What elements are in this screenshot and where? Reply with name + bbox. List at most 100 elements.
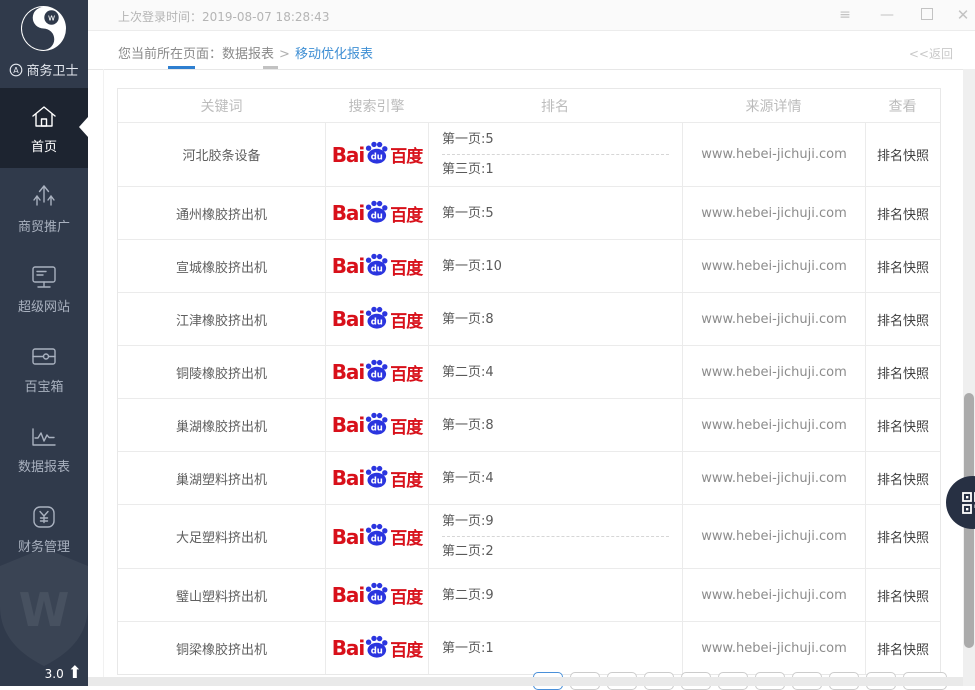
baidu-logo: Baidu百度 <box>332 142 423 167</box>
toolbox-icon <box>0 328 88 373</box>
rank-cell: 第二页:9 <box>428 569 682 621</box>
tab-active-indicator[interactable] <box>168 66 195 69</box>
rank-cell: 第一页:10 <box>428 240 682 292</box>
sidebar-item-promo[interactable]: 商贸推广 <box>0 168 88 248</box>
tab-inactive-indicator[interactable] <box>263 66 278 69</box>
sidebar-item-label: 百宝箱 <box>0 376 88 395</box>
snapshot-link[interactable]: 排名快照 <box>865 452 940 504</box>
snapshot-link[interactable]: 排名快照 <box>865 399 940 451</box>
sidebar-item-report[interactable]: 数据报表 <box>0 408 88 488</box>
snapshot-link[interactable]: 排名快照 <box>865 622 940 674</box>
svg-text:du: du <box>371 423 383 433</box>
keyword-cell: 巢湖橡胶挤出机 <box>118 399 325 451</box>
baidu-logo-bai: Bai <box>332 254 365 278</box>
keyword-cell: 铜陵橡胶挤出机 <box>118 346 325 398</box>
brand-badge-icon: A <box>9 63 23 77</box>
brand-label: 商务卫士 <box>26 60 78 79</box>
source-url-cell: www.hebei-jichuji.com <box>682 569 865 621</box>
bottom-strip <box>88 677 975 686</box>
window-menu-icon[interactable]: ≡ <box>836 0 854 30</box>
breadcrumb-separator: > <box>279 47 290 62</box>
svg-text:W: W <box>19 583 70 637</box>
engine-cell: Baidu百度 <box>325 622 428 674</box>
close-icon[interactable]: ✕ <box>954 0 972 30</box>
table-row: 通州橡胶挤出机Baidu百度第一页:5www.hebei-jichuji.com… <box>118 186 940 239</box>
rank-cell: 第一页:9第二页:2 <box>428 505 682 568</box>
baidu-logo: Baidu百度 <box>332 201 423 226</box>
sidebar-item-label: 商贸推广 <box>0 216 88 235</box>
baidu-logo-cn: 百度 <box>390 201 422 226</box>
baidu-logo-bai: Bai <box>332 307 365 331</box>
breadcrumb: 您当前所在页面：数据报表>移动优化报表 <box>118 43 373 62</box>
source-url-cell: www.hebei-jichuji.com <box>682 123 865 186</box>
baidu-paw-icon: du <box>364 358 389 383</box>
website-icon <box>0 248 88 293</box>
app-logo-icon: w <box>20 5 67 52</box>
sidebar-item-box[interactable]: 百宝箱 <box>0 328 88 408</box>
snapshot-link[interactable]: 排名快照 <box>865 293 940 345</box>
keyword-cell: 巢湖塑料挤出机 <box>118 452 325 504</box>
table-row: 大足塑料挤出机Baidu百度第一页:9第二页:2www.hebei-jichuj… <box>118 504 940 568</box>
rank-line: 第一页:10 <box>442 252 669 281</box>
baidu-logo: Baidu百度 <box>332 524 423 549</box>
snapshot-link[interactable]: 排名快照 <box>865 569 940 621</box>
rank-line: 第二页:9 <box>442 581 669 610</box>
sidebar-item-home[interactable]: 首页 <box>0 88 88 168</box>
svg-text:du: du <box>371 534 383 544</box>
rank-line: 第一页:8 <box>442 305 669 334</box>
baidu-paw-icon: du <box>364 522 389 547</box>
rank-line: 第一页:1 <box>442 634 669 663</box>
baidu-logo-cn: 百度 <box>390 307 422 332</box>
snapshot-link[interactable]: 排名快照 <box>865 187 940 239</box>
breadcrumb-bar: 您当前所在页面：数据报表>移动优化报表 <<返回 <box>88 31 975 70</box>
brand-row: A 商务卫士 <box>0 60 88 79</box>
ranking-table: 关键词 搜索引擎 排名 来源详情 查看 河北胶条设备Baidu百度第一页:5第三… <box>117 88 941 675</box>
sidebar-item-finance[interactable]: 财务管理 <box>0 488 88 568</box>
scrollbar-track[interactable] <box>963 69 975 686</box>
engine-cell: Baidu百度 <box>325 240 428 292</box>
baidu-paw-icon: du <box>364 411 389 436</box>
snapshot-link[interactable]: 排名快照 <box>865 240 940 292</box>
engine-cell: Baidu百度 <box>325 452 428 504</box>
back-link[interactable]: <<返回 <box>909 45 953 62</box>
baidu-logo-bai: Bai <box>332 201 365 225</box>
source-url-cell: www.hebei-jichuji.com <box>682 346 865 398</box>
table-body: 河北胶条设备Baidu百度第一页:5第三页:1www.hebei-jichuji… <box>118 122 940 674</box>
snapshot-link[interactable]: 排名快照 <box>865 505 940 568</box>
baidu-logo-cn: 百度 <box>390 466 422 491</box>
upgrade-arrow-icon[interactable]: ⬆ <box>68 665 82 682</box>
last-login-label: 上次登录时间：2019-08-07 18:28:43 <box>118 8 329 25</box>
table-row: 璧山塑料挤出机Baidu百度第二页:9www.hebei-jichuji.com… <box>118 568 940 621</box>
sidebar-item-site[interactable]: 超级网站 <box>0 248 88 328</box>
minimize-icon[interactable]: — <box>878 0 896 30</box>
rank-line: 第二页:4 <box>442 358 669 387</box>
baidu-paw-icon: du <box>364 199 389 224</box>
rank-line: 第二页:2 <box>442 537 669 566</box>
panel-left-edge <box>103 69 104 677</box>
baidu-logo-cn: 百度 <box>390 583 422 608</box>
snapshot-link[interactable]: 排名快照 <box>865 346 940 398</box>
rank-cell: 第二页:4 <box>428 346 682 398</box>
engine-cell: Baidu百度 <box>325 399 428 451</box>
svg-text:du: du <box>371 646 383 656</box>
baidu-paw-icon: du <box>364 581 389 606</box>
sidebar-item-label: 数据报表 <box>0 456 88 475</box>
rank-line: 第一页:5 <box>442 199 669 228</box>
rank-line: 第三页:1 <box>442 155 669 184</box>
source-url-cell: www.hebei-jichuji.com <box>682 505 865 568</box>
sidebar-item-label: 首页 <box>0 136 88 155</box>
svg-text:w: w <box>48 14 55 24</box>
keyword-cell: 江津橡胶挤出机 <box>118 293 325 345</box>
maximize-icon[interactable] <box>918 0 936 30</box>
snapshot-link[interactable]: 排名快照 <box>865 123 940 186</box>
breadcrumb-section[interactable]: 数据报表 <box>222 47 274 62</box>
rank-cell: 第一页:5 <box>428 187 682 239</box>
svg-text:du: du <box>371 264 383 274</box>
breadcrumb-current-link[interactable]: 移动优化报表 <box>295 47 373 62</box>
engine-cell: Baidu百度 <box>325 293 428 345</box>
rank-line: 第一页:5 <box>442 125 669 155</box>
qr-float-button[interactable] <box>946 476 975 529</box>
col-header-keyword: 关键词 <box>118 96 325 116</box>
baidu-logo: Baidu百度 <box>332 466 423 491</box>
qr-code-icon <box>961 491 975 515</box>
